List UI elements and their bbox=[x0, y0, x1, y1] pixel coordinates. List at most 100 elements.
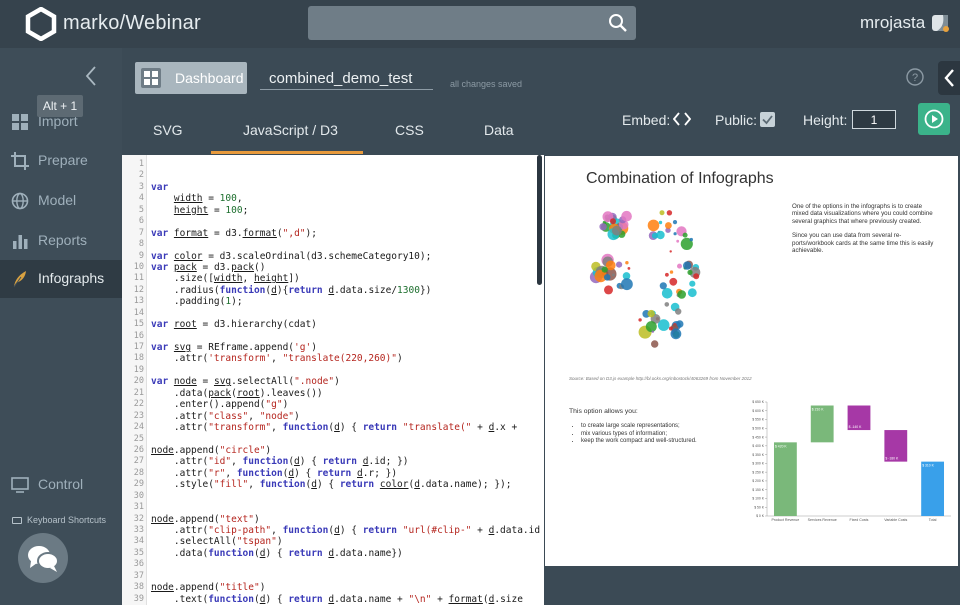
code-text: .style("fill", function(d) { return colo… bbox=[151, 479, 512, 491]
code-line[interactable]: 39 .text(function(d) { return d.data.nam… bbox=[122, 594, 544, 605]
bubble bbox=[625, 261, 629, 265]
code-line[interactable]: 17 var svg = REframe.append('g') bbox=[122, 342, 544, 353]
code-line[interactable]: 13 .padding(1); bbox=[122, 296, 544, 307]
y-tick-label: $ 600 K bbox=[752, 409, 764, 413]
code-line[interactable]: 32 node.append("text") bbox=[122, 514, 544, 525]
bubble bbox=[647, 309, 655, 318]
code-lines[interactable]: 1 2 3 var 4 width = 100, 5 height = 100; 6 7 var… bbox=[122, 159, 544, 605]
code-line[interactable]: 16 bbox=[122, 331, 544, 342]
code-line[interactable]: 1 bbox=[122, 159, 544, 170]
code-text: var format = d3.format(",d"); bbox=[151, 227, 317, 239]
tab-svg[interactable]: SVG bbox=[153, 122, 183, 138]
search-icon[interactable] bbox=[608, 13, 628, 33]
line-number: 15 bbox=[133, 319, 144, 330]
help-icon[interactable]: ? bbox=[906, 68, 924, 86]
run-button[interactable] bbox=[918, 103, 950, 135]
line-number: 5 bbox=[138, 204, 144, 215]
public-checkbox[interactable] bbox=[760, 112, 775, 127]
tab-javascript-d3[interactable]: JavaScript / D3 bbox=[243, 122, 338, 138]
code-line[interactable]: 15 var root = d3.hierarchy(cdat) bbox=[122, 319, 544, 330]
code-line[interactable]: 28 .attr("r", function(d) { return d.r; … bbox=[122, 468, 544, 479]
code-line[interactable]: 2 bbox=[122, 170, 544, 181]
tab-data[interactable]: Data bbox=[484, 122, 514, 138]
code-line[interactable]: 21 .data(pack(root).leaves()) bbox=[122, 388, 544, 399]
code-line[interactable]: 12 .radius(function(d){return d.data.siz… bbox=[122, 285, 544, 296]
document-title-input[interactable] bbox=[260, 68, 433, 90]
code-line[interactable]: 20 var node = svg.selectAll(".node") bbox=[122, 376, 544, 387]
sidebar-item-control[interactable]: Control bbox=[0, 466, 122, 504]
editor-scrollbar[interactable] bbox=[537, 155, 542, 285]
bubble bbox=[621, 278, 633, 291]
sidebar-item-model[interactable]: Model bbox=[0, 182, 122, 220]
line-number: 11 bbox=[133, 273, 144, 284]
code-line[interactable]: 29 .style("fill", function(d) { return c… bbox=[122, 479, 544, 490]
code-line[interactable]: 18 .attr('transform', "translate(220,260… bbox=[122, 353, 544, 364]
bubble bbox=[659, 282, 667, 290]
sidebar-item-infographs[interactable]: Infographs bbox=[0, 260, 122, 298]
code-text: .data(function(d) { return d.data.name}) bbox=[151, 547, 403, 559]
code-line[interactable]: 24 .attr("transform", function(d) { retu… bbox=[122, 422, 544, 433]
code-line[interactable]: 9 var color = d3.scaleOrdinal(d3.schemeCa… bbox=[122, 251, 544, 262]
code-line[interactable]: 37 bbox=[122, 571, 544, 582]
code-line[interactable]: 33 .attr("clip-path", function(d) { retu… bbox=[122, 525, 544, 536]
code-line[interactable]: 23 .attr("class", "node") bbox=[122, 411, 544, 422]
code-line[interactable]: 6 bbox=[122, 216, 544, 227]
code-line[interactable]: 19 bbox=[122, 365, 544, 376]
bubble bbox=[677, 290, 686, 299]
bubble bbox=[627, 267, 631, 270]
code-line[interactable]: 25 bbox=[122, 434, 544, 445]
bubble bbox=[658, 220, 663, 225]
line-number: 34 bbox=[133, 536, 144, 547]
bubble bbox=[689, 237, 693, 242]
keyboard-shortcuts-link[interactable]: Keyboard Shortcuts bbox=[12, 515, 106, 525]
line-number: 38 bbox=[133, 582, 144, 593]
code-line[interactable]: 22 .enter().append("g") bbox=[122, 399, 544, 410]
code-line[interactable]: 10 var pack = d3.pack() bbox=[122, 262, 544, 273]
collapse-sidebar-icon[interactable] bbox=[82, 64, 100, 88]
line-number: 9 bbox=[138, 250, 144, 261]
code-line[interactable]: 8 bbox=[122, 239, 544, 250]
height-input[interactable] bbox=[852, 110, 896, 129]
line-number: 1 bbox=[138, 159, 144, 169]
code-line[interactable]: 7 var format = d3.format(",d"); bbox=[122, 228, 544, 239]
line-number: 35 bbox=[133, 547, 144, 558]
code-editor[interactable]: 1 2 3 var 4 width = 100, 5 height = 100; 6 7 var… bbox=[122, 155, 544, 605]
username[interactable]: mrojasta bbox=[860, 13, 925, 33]
bubble bbox=[669, 270, 674, 274]
user-avatar-icon[interactable] bbox=[929, 12, 951, 34]
code-line[interactable]: 36 bbox=[122, 559, 544, 570]
y-tick-label: $ 300 K bbox=[752, 462, 764, 466]
bar-data-label: $ -180 K bbox=[885, 457, 899, 461]
y-tick-label: $ 200 K bbox=[752, 479, 764, 483]
code-line[interactable]: 26 node.append("circle") bbox=[122, 445, 544, 456]
search-input[interactable] bbox=[308, 6, 598, 40]
code-line[interactable]: 11 .size([width, height]) bbox=[122, 273, 544, 284]
preview-pane: Combination of Infographs One of the opt… bbox=[545, 156, 958, 566]
chat-button[interactable] bbox=[18, 533, 68, 583]
y-tick-label: $ 500 K bbox=[752, 427, 764, 431]
panel-toggle-button[interactable] bbox=[938, 61, 960, 95]
code-embed-icon[interactable] bbox=[673, 111, 691, 127]
code-text: .size([width, height]) bbox=[151, 273, 300, 285]
sidebar-item-reports[interactable]: Reports bbox=[0, 222, 122, 260]
code-text: node.append("title") bbox=[151, 582, 266, 594]
y-tick-label: $ 100 K bbox=[752, 497, 764, 501]
line-number: 24 bbox=[133, 422, 144, 433]
logo-icon[interactable] bbox=[25, 7, 57, 41]
code-line[interactable]: 31 bbox=[122, 502, 544, 513]
code-line[interactable]: 5 height = 100; bbox=[122, 205, 544, 216]
sidebar-item-prepare[interactable]: Prepare bbox=[0, 142, 122, 180]
chevron-left-icon bbox=[944, 69, 954, 87]
code-line[interactable]: 30 bbox=[122, 491, 544, 502]
checkmark-icon bbox=[762, 115, 773, 125]
code-line[interactable]: 27 .attr("id", function(d) { return d.id… bbox=[122, 456, 544, 467]
code-line[interactable]: 14 bbox=[122, 308, 544, 319]
dashboard-button[interactable]: Dashboard bbox=[135, 62, 247, 94]
code-line[interactable]: 4 width = 100, bbox=[122, 193, 544, 204]
code-line[interactable]: 35 .data(function(d) { return d.data.nam… bbox=[122, 548, 544, 559]
tab-css[interactable]: CSS bbox=[395, 122, 424, 138]
code-line[interactable]: 38 node.append("title") bbox=[122, 582, 544, 593]
x-tick-label: Total bbox=[929, 518, 937, 522]
code-line[interactable]: 3 var bbox=[122, 182, 544, 193]
code-line[interactable]: 34 .selectAll("tspan") bbox=[122, 536, 544, 547]
